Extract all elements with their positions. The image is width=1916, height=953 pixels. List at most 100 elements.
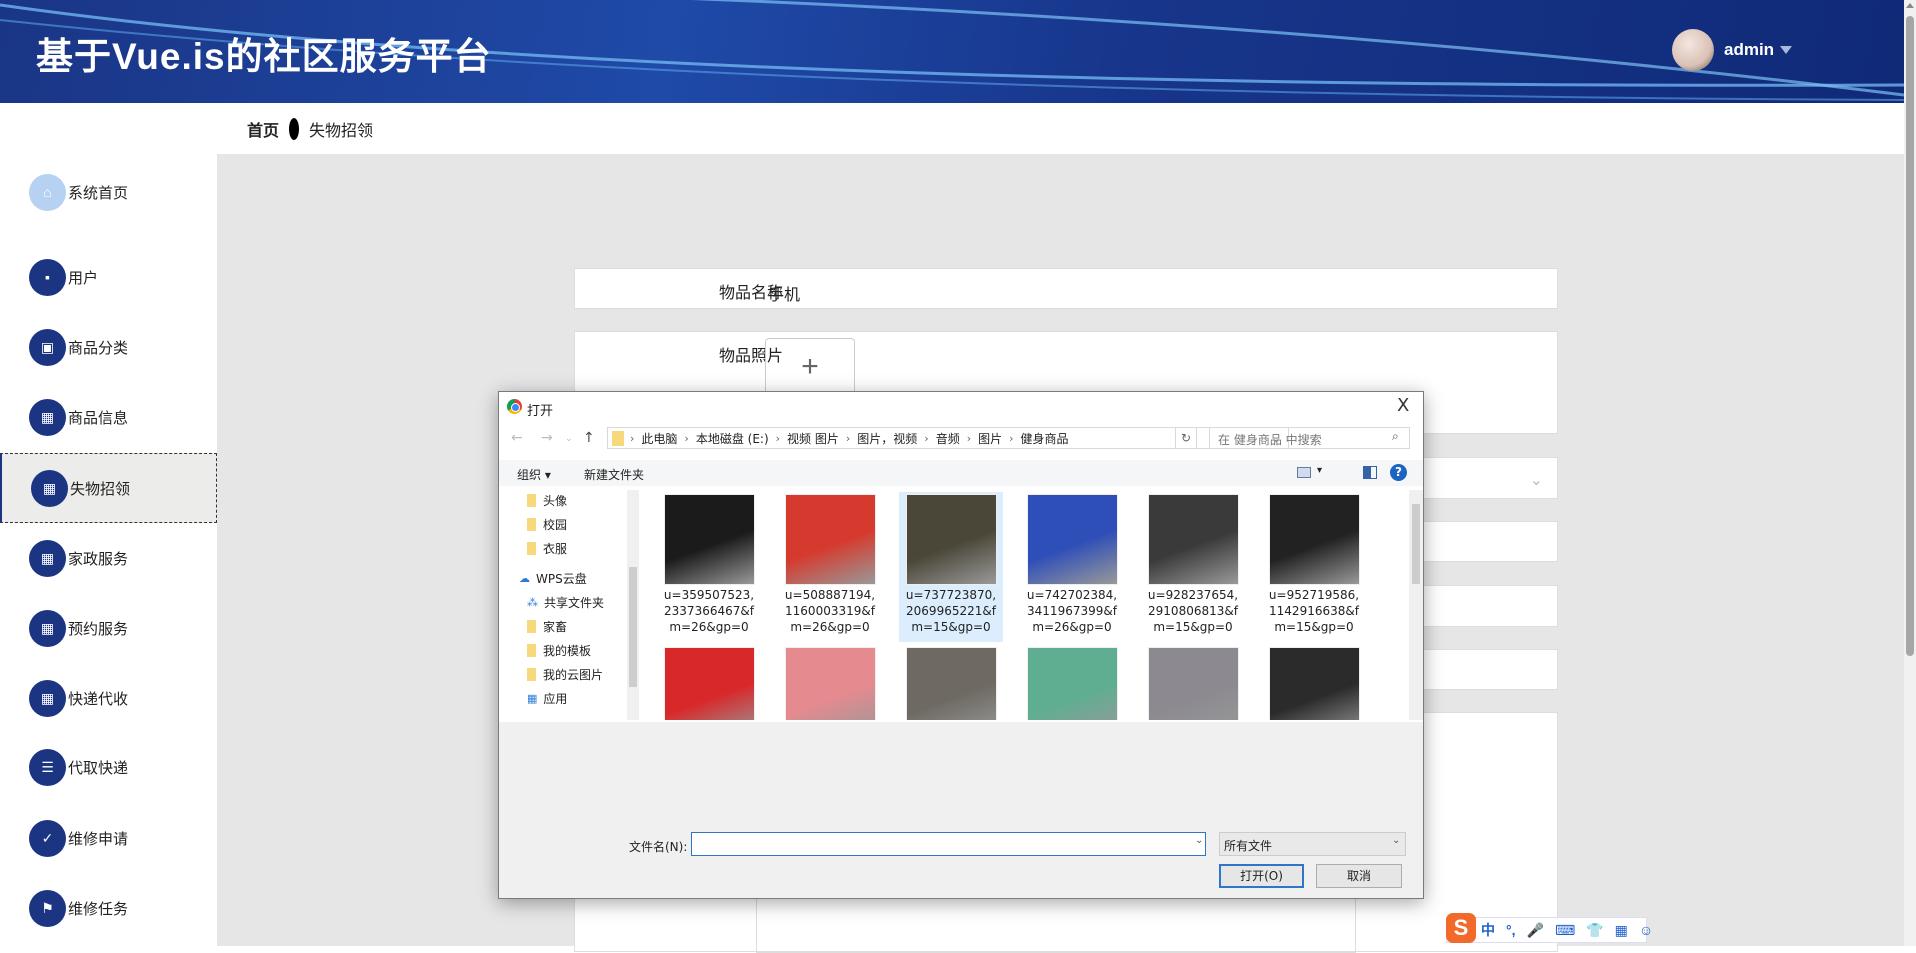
file-item[interactable]: u=508887194,1160003319&fm=26&gp=0 <box>778 492 882 642</box>
sogou-logo-icon[interactable]: S <box>1446 913 1476 943</box>
up-arrow-icon[interactable]: ↑ <box>583 430 595 446</box>
sidebar-item[interactable]: ▦ 家政服务 <box>0 523 217 593</box>
home-icon: ⌂ <box>29 173 66 211</box>
sidebar-item[interactable]: ▣ 商品分类 <box>0 312 217 382</box>
filename-input[interactable] <box>691 832 1206 856</box>
sidebar-item-label: 商品信息 <box>68 409 129 427</box>
file-item[interactable]: u=1749960487,2694228068&fm=26&gp=0 <box>1141 645 1245 720</box>
view-options-icon[interactable] <box>1297 467 1311 478</box>
nav-pane-item[interactable]: ☁ WPS云盘 <box>501 566 627 590</box>
chevron-down-icon[interactable]: ⌄ <box>1195 835 1203 846</box>
chevron-down-icon[interactable]: ⌄ <box>1392 835 1400 846</box>
image-thumbnail <box>1268 647 1360 720</box>
back-arrow-icon[interactable]: ← <box>511 430 523 446</box>
nav-pane-item[interactable]: 🖥此电脑 <box>501 716 627 720</box>
nav-pane-item[interactable]: 衣服 <box>501 536 627 560</box>
file-item[interactable]: u=737723870,2069965221&fm=15&gp=0 <box>899 492 1003 642</box>
list-icon: ☰ <box>29 748 66 786</box>
file-grid-scroll-thumb[interactable] <box>1412 504 1420 584</box>
file-item[interactable]: u=952719586,1142916638&fm=15&gp=0 <box>1262 492 1366 642</box>
sidebar-item[interactable]: ▦ 商品信息 <box>0 382 217 452</box>
page-scroll-thumb[interactable] <box>1906 16 1914 656</box>
preview-pane-icon[interactable] <box>1363 466 1377 479</box>
file-item[interactable]: u=928237654,2910806813&fm=15&gp=0 <box>1141 492 1245 642</box>
sidebar-item[interactable]: ▦ 快递代收 <box>0 663 217 733</box>
item-name-input[interactable]: 手机 <box>768 281 800 305</box>
open-button[interactable]: 打开(O) <box>1219 864 1304 888</box>
nav-pane-label: 此电脑 <box>539 720 575 721</box>
nav-pane-item[interactable]: 家畜 <box>501 614 627 638</box>
nav-pane-item[interactable]: 我的云图片 <box>501 662 627 686</box>
breadcrumb-current: 失物招领 <box>309 122 374 140</box>
caret-down-icon[interactable]: ▾ <box>1317 465 1322 476</box>
organize-button[interactable]: 组织 ▾ <box>517 466 551 483</box>
folder-icon <box>527 667 536 681</box>
breadcrumb: 首页 失物招领 <box>217 103 1904 154</box>
ime-button[interactable]: 👕 <box>1586 922 1603 939</box>
nav-pane-item[interactable]: 我的模板 <box>501 638 627 662</box>
ime-button[interactable]: °, <box>1506 922 1516 938</box>
sidebar-item-label: 系统首页 <box>68 184 129 202</box>
path-segment[interactable]: 此电脑 <box>641 430 677 447</box>
recent-chevron-icon[interactable]: ⌄ <box>565 434 573 444</box>
ime-button[interactable]: 🎤 <box>1527 922 1544 939</box>
help-icon[interactable]: ? <box>1390 464 1407 481</box>
folder-icon <box>527 517 536 531</box>
file-item[interactable]: u=1402427781,3714181774&fm=26&gp=0 <box>899 645 1003 720</box>
sidebar-item-label: 预约服务 <box>68 620 129 638</box>
nav-pane-scroll-thumb[interactable] <box>629 567 637 687</box>
avatar[interactable] <box>1672 29 1714 71</box>
path-segment[interactable]: 视频 图片 <box>787 430 839 447</box>
caret-down-icon[interactable] <box>1780 46 1792 54</box>
sidebar-item[interactable]: ▪ 用户 <box>0 242 217 312</box>
sidebar-item[interactable]: ⚑ 维修任务 <box>0 873 217 943</box>
folder-icon <box>527 541 536 555</box>
image-thumbnail <box>663 494 755 585</box>
nav-pane-item[interactable]: ⁂ 共享文件夹 <box>501 590 627 614</box>
new-folder-button[interactable]: 新建文件夹 <box>584 466 644 483</box>
search-icon[interactable]: ⌕ <box>1392 429 1399 444</box>
file-item[interactable]: u=1140753922,3960746335&fm=26&gp=0 <box>778 645 882 720</box>
ime-button[interactable]: ▦ <box>1615 922 1628 939</box>
file-item[interactable]: u=1767292930,2122229921&fm=26&gp=0 <box>1262 645 1366 720</box>
close-button[interactable]: X <box>1397 395 1409 416</box>
path-segment[interactable]: 图片 <box>978 430 1002 447</box>
refresh-icon[interactable]: ↻ <box>1175 427 1197 449</box>
image-thumbnail <box>1026 647 1118 720</box>
nav-pane-item[interactable]: 头像 <box>501 490 627 512</box>
sidebar-item-label: 失物招领 <box>70 480 131 498</box>
file-type-select[interactable]: 所有文件 <box>1219 832 1406 856</box>
ime-button[interactable]: ☺ <box>1639 922 1653 938</box>
nav-pane-item[interactable]: ▦ 应用 <box>501 686 627 710</box>
path-segment[interactable]: 健身商品 <box>1021 430 1069 447</box>
sidebar-item[interactable]: ⌂ 系统首页 <box>0 157 217 227</box>
search-input[interactable]: 在 健身商品 中搜索 <box>1209 427 1410 449</box>
path-segment[interactable]: 音频 <box>936 430 960 447</box>
ime-button[interactable]: ⌨ <box>1555 922 1575 939</box>
file-item[interactable]: u=742702384,3411967399&fm=26&gp=0 <box>1020 492 1124 642</box>
path-segment[interactable]: 本地磁盘 (E:) <box>696 430 769 447</box>
breadcrumb-home[interactable]: 首页 <box>247 117 279 141</box>
image-thumbnail <box>663 647 755 720</box>
ime-toolbar[interactable]: 中 °, 🎤 ⌨ 👕 ▦ ☺ <box>1446 917 1653 943</box>
ime-button[interactable]: 中 <box>1481 920 1495 940</box>
file-item[interactable]: u=1016474495,1962368297&fm=15&gp=0 <box>657 645 761 720</box>
nav-pane-label: WPS云盘 <box>536 571 587 586</box>
forward-arrow-icon[interactable]: → <box>541 430 553 446</box>
sidebar-item[interactable]: ▦ 失物招领 <box>0 453 217 523</box>
nav-pane-item[interactable]: 校园 <box>501 512 627 536</box>
scroll-up-icon[interactable] <box>1906 3 1914 8</box>
sidebar-item[interactable]: ▦ 预约服务 <box>0 593 217 663</box>
path-segment[interactable]: 图片，视频 <box>857 430 917 447</box>
form-row-name: 物品名称 手机 <box>574 268 1558 309</box>
sidebar-item[interactable]: ✓ 维修申请 <box>0 803 217 873</box>
file-item[interactable]: u=1522282919,3525910845&fm=26&gp=0 <box>1020 645 1124 720</box>
file-item[interactable]: u=359507523,2337366467&fm=26&gp=0 <box>657 492 761 642</box>
path-chevron-icon: › <box>1009 431 1014 445</box>
chevron-down-icon: ⌄ <box>1529 472 1543 489</box>
cancel-button[interactable]: 取消 <box>1316 864 1402 888</box>
sidebar-item[interactable]: ☰ 代取快递 <box>0 732 217 802</box>
image-thumbnail <box>784 647 876 720</box>
path-chevron-icon: › <box>775 431 781 445</box>
user-menu[interactable]: admin <box>1724 40 1774 60</box>
